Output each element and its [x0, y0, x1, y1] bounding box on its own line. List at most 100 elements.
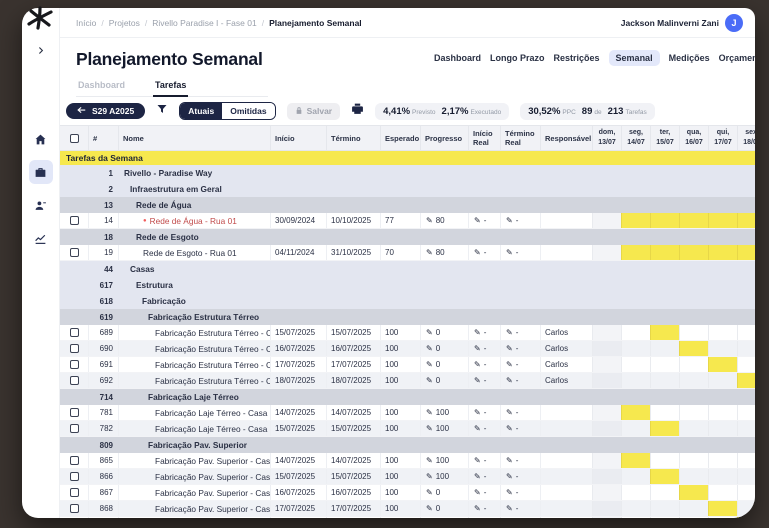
progress-cell[interactable]: ✎80 — [420, 213, 468, 228]
actual-start-cell[interactable] — [468, 517, 500, 518]
print-icon[interactable] — [351, 102, 364, 120]
progress-cell[interactable]: ✎100 — [420, 469, 468, 484]
row-checkbox[interactable] — [70, 344, 79, 353]
progress-cell[interactable]: ✎100 — [420, 453, 468, 468]
task-name-cell[interactable]: Rede de Esgoto — [118, 229, 755, 245]
actual-start-cell[interactable]: ✎- — [468, 453, 500, 468]
task-name-cell[interactable]: Fabricação Laje Térreo — [118, 389, 755, 405]
row-checkbox[interactable] — [70, 328, 79, 337]
tab-medições[interactable]: Medições — [669, 50, 710, 66]
actual-start-cell[interactable]: ✎- — [468, 245, 500, 260]
task-row: 690Fabricação Estrutura Térreo - Casa 55… — [60, 341, 755, 357]
row-checkbox[interactable] — [70, 472, 79, 481]
actual-start-cell[interactable]: ✎- — [468, 421, 500, 436]
save-button[interactable]: Salvar — [287, 103, 341, 120]
actual-start-cell[interactable]: ✎- — [468, 485, 500, 500]
tab-longo-prazo[interactable]: Longo Prazo — [490, 50, 545, 66]
row-checkbox[interactable] — [70, 248, 79, 257]
row-checkbox[interactable] — [70, 488, 79, 497]
progress-cell[interactable]: ✎80 — [420, 245, 468, 260]
progress-cell[interactable]: ✎100 — [420, 405, 468, 420]
row-checkbox[interactable] — [70, 456, 79, 465]
row-checkbox[interactable] — [70, 216, 79, 225]
expected-cell: 100 — [380, 373, 420, 388]
sidebar-item-home[interactable] — [29, 127, 53, 151]
row-checkbox[interactable] — [70, 360, 79, 369]
actual-start-cell[interactable]: ✎- — [468, 373, 500, 388]
group-row[interactable]: 44Casas — [60, 261, 755, 277]
breadcrumb-item[interactable]: Rivello Paradise I - Fase 01 — [152, 18, 256, 28]
avatar[interactable]: J — [725, 14, 743, 32]
gantt-empty-cell — [737, 469, 755, 484]
row-checkbox[interactable] — [70, 408, 79, 417]
subtab-tarefas[interactable]: Tarefas — [153, 76, 188, 97]
row-checkbox[interactable] — [70, 424, 79, 433]
actual-end-cell[interactable]: ✎- — [500, 405, 540, 420]
group-row[interactable]: 617Estrutura — [60, 277, 755, 293]
actual-end-cell[interactable]: ✎- — [500, 341, 540, 356]
breadcrumb-item[interactable]: Início — [76, 18, 96, 28]
progress-cell[interactable]: ✎0 — [420, 357, 468, 372]
row-checkbox[interactable] — [70, 504, 79, 513]
task-name-cell[interactable]: Rede de Água — [118, 197, 755, 213]
user-menu[interactable]: Jackson Malinverni Zani J — [621, 14, 743, 32]
subtab-dashboard[interactable]: Dashboard — [76, 76, 127, 96]
toggle-atuais[interactable]: Atuais — [180, 103, 222, 119]
progress-cell[interactable] — [420, 517, 468, 518]
progress-cell[interactable]: ✎100 — [420, 421, 468, 436]
task-name-cell[interactable]: Fabricação — [118, 293, 755, 309]
tab-restrições[interactable]: Restrições — [554, 50, 600, 66]
actual-end-cell[interactable]: ✎- — [500, 373, 540, 388]
progress-cell[interactable]: ✎0 — [420, 325, 468, 340]
breadcrumb-item[interactable]: Projetos — [109, 18, 140, 28]
progress-cell[interactable]: ✎0 — [420, 373, 468, 388]
group-row[interactable]: 809Fabricação Pav. Superior — [60, 437, 755, 453]
sidebar-item-reports[interactable] — [29, 226, 53, 250]
actual-end-cell[interactable]: ✎- — [500, 421, 540, 436]
actual-start-cell[interactable]: ✎- — [468, 469, 500, 484]
task-name-cell[interactable]: Fabricação Pav. Superior — [118, 437, 755, 453]
group-row[interactable]: 714Fabricação Laje Térreo — [60, 389, 755, 405]
group-row[interactable]: 1Rivello - Paradise Way — [60, 165, 755, 181]
tab-dashboard[interactable]: Dashboard — [434, 50, 481, 66]
actual-start-cell[interactable]: ✎- — [468, 405, 500, 420]
actual-end-cell[interactable]: ✎- — [500, 213, 540, 228]
toggle-omitidas[interactable]: Omitidas — [222, 103, 274, 119]
actual-end-cell[interactable]: ✎- — [500, 485, 540, 500]
actual-end-cell[interactable] — [500, 517, 540, 518]
tab-semanal[interactable]: Semanal — [609, 50, 660, 66]
progress-cell[interactable]: ✎0 — [420, 341, 468, 356]
actual-end-cell[interactable]: ✎- — [500, 501, 540, 516]
actual-end-cell[interactable]: ✎- — [500, 453, 540, 468]
group-row[interactable]: 618Fabricação — [60, 293, 755, 309]
actual-start-cell[interactable]: ✎- — [468, 341, 500, 356]
group-row[interactable]: 18Rede de Esgoto — [60, 229, 755, 245]
sidebar-expand-chevron-icon[interactable] — [29, 38, 53, 62]
row-checkbox[interactable] — [70, 376, 79, 385]
actual-end-cell[interactable]: ✎- — [500, 245, 540, 260]
select-all-checkbox[interactable] — [70, 134, 79, 143]
task-name-cell[interactable]: Estrutura — [118, 277, 755, 293]
group-row[interactable]: 13Rede de Água — [60, 197, 755, 213]
task-name-cell[interactable]: Fabricação Estrutura Térreo — [118, 309, 755, 325]
sidebar-item-projects[interactable] — [29, 160, 53, 184]
actual-start-cell[interactable]: ✎- — [468, 213, 500, 228]
week-selector-button[interactable]: S29 A2025 — [66, 103, 145, 119]
task-name-cell[interactable]: Infraestrutura em Geral — [118, 181, 755, 197]
gantt-empty-cell — [592, 405, 621, 420]
progress-cell[interactable]: ✎0 — [420, 501, 468, 516]
actual-end-cell[interactable]: ✎- — [500, 357, 540, 372]
sidebar-item-team[interactable] — [29, 193, 53, 217]
actual-end-cell[interactable]: ✎- — [500, 469, 540, 484]
group-row[interactable]: 619Fabricação Estrutura Térreo — [60, 309, 755, 325]
progress-cell[interactable]: ✎0 — [420, 485, 468, 500]
task-name-cell[interactable]: Rivello - Paradise Way — [118, 165, 755, 181]
actual-end-cell[interactable]: ✎- — [500, 325, 540, 340]
group-row[interactable]: 2Infraestrutura em Geral — [60, 181, 755, 197]
filter-icon[interactable] — [156, 102, 168, 120]
task-name-cell[interactable]: Casas — [118, 261, 755, 277]
actual-start-cell[interactable]: ✎- — [468, 325, 500, 340]
tab-orçamentos[interactable]: Orçamentos — [719, 50, 755, 66]
actual-start-cell[interactable]: ✎- — [468, 357, 500, 372]
actual-start-cell[interactable]: ✎- — [468, 501, 500, 516]
